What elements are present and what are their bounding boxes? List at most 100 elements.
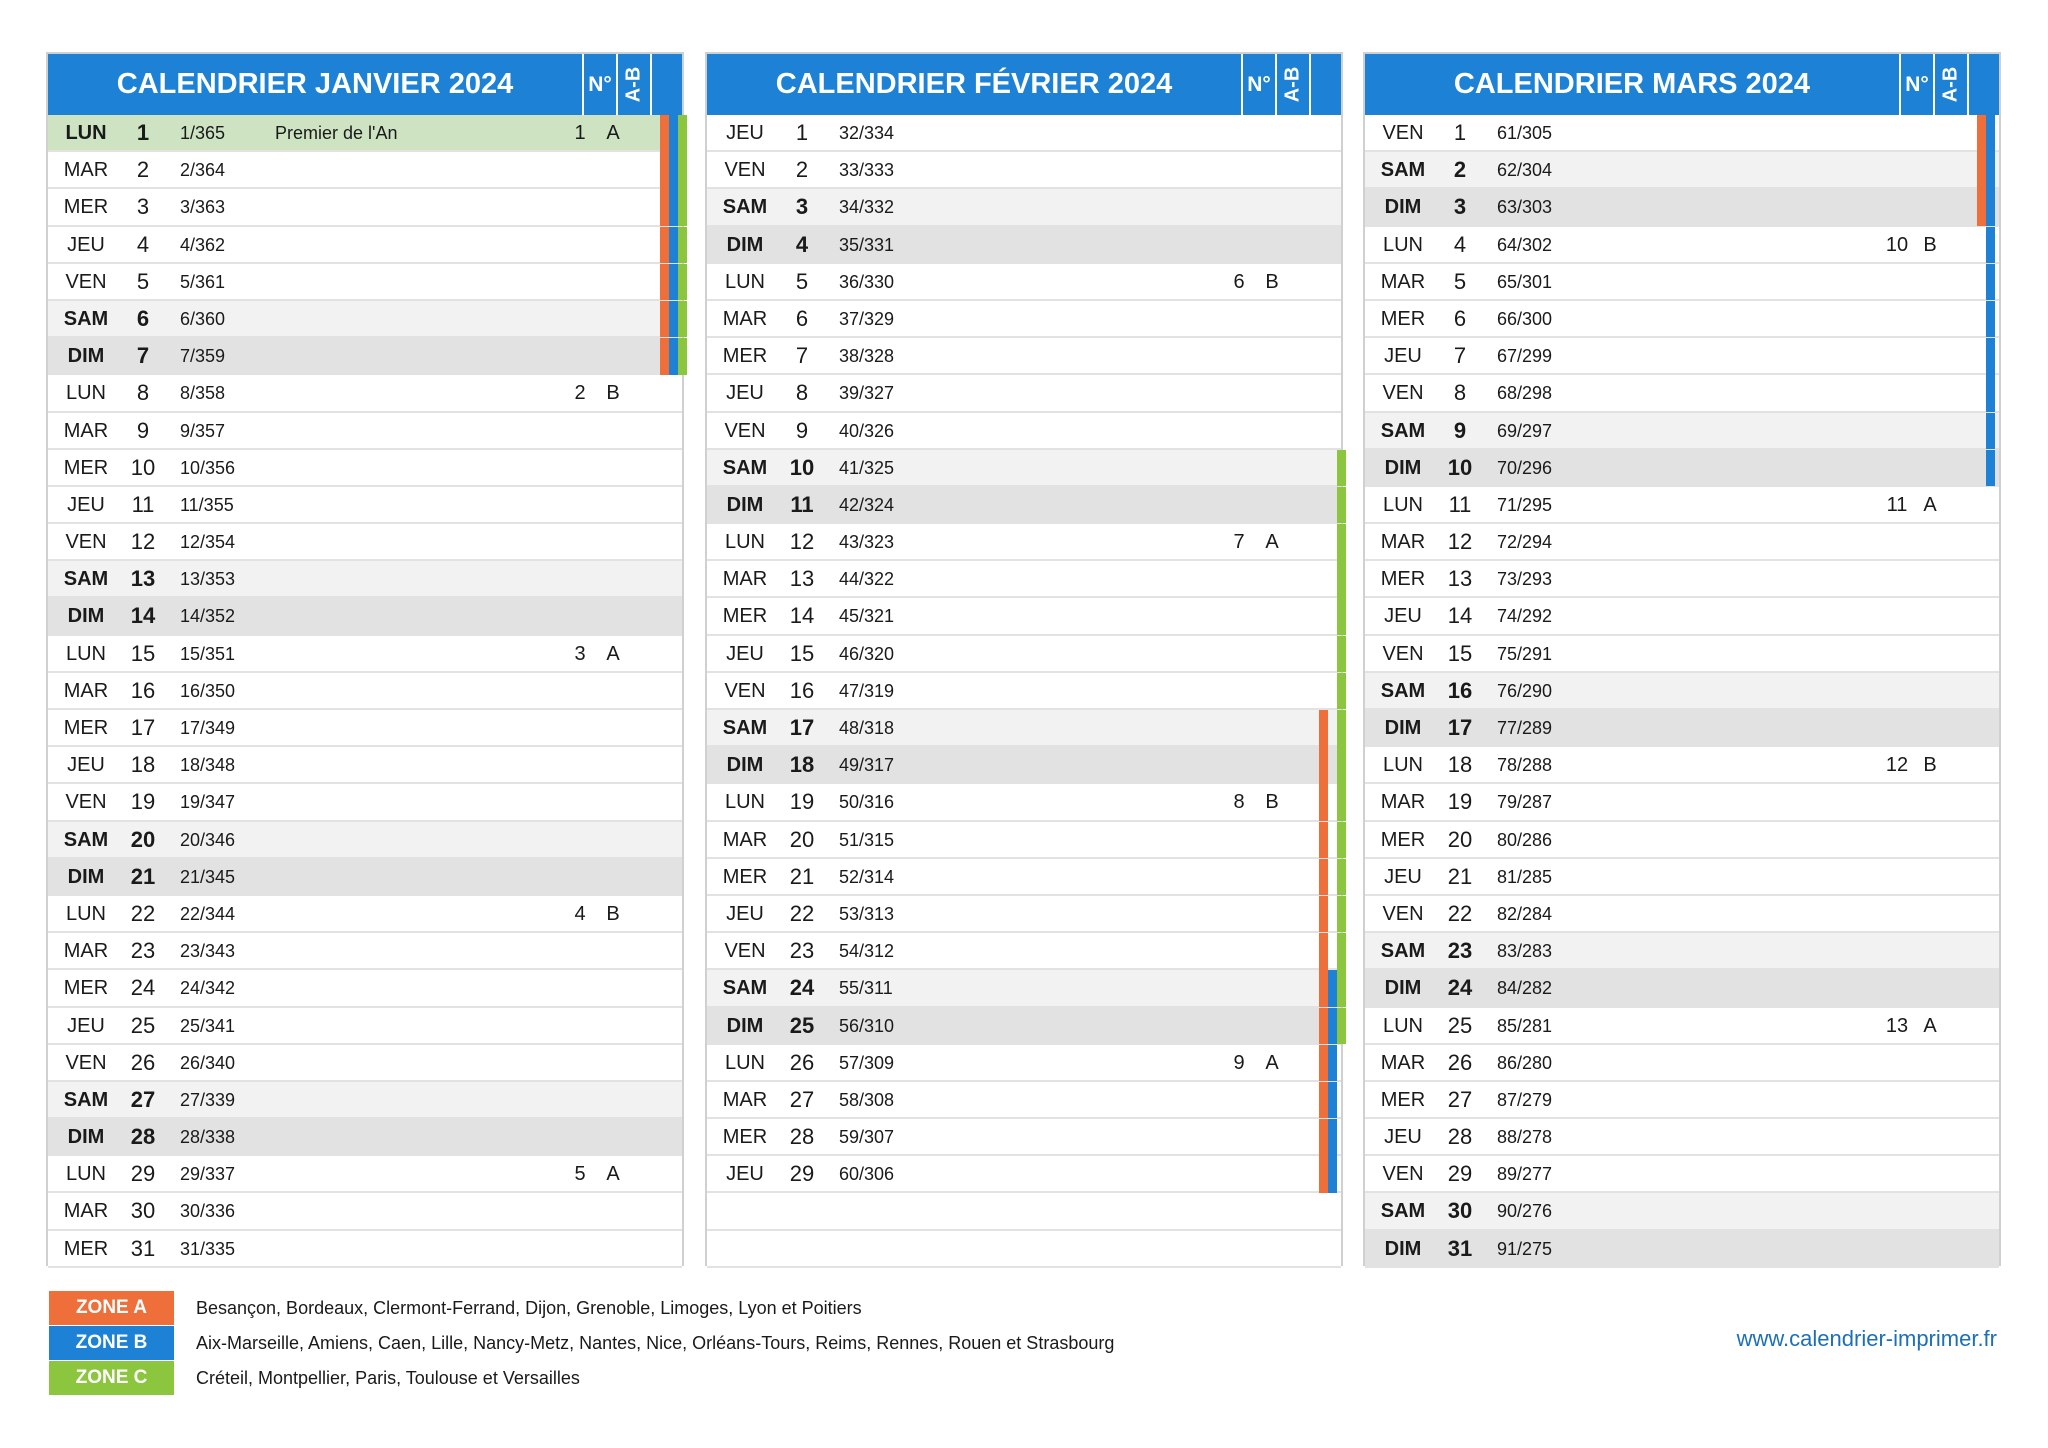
day-number: 9 (1453, 417, 1467, 443)
day-number: 12 (1447, 529, 1473, 555)
day-of-year: 49/317 (839, 755, 895, 776)
day-number: 2 (795, 157, 809, 183)
day-row: JEU 11 11/355 (48, 486, 682, 525)
zone-a-holiday-bar (1319, 710, 1328, 747)
zone-b-holiday-bar (1328, 1119, 1337, 1156)
day-row: JEU 1 32/334 (707, 115, 1341, 153)
day-of-year: 43/323 (839, 532, 895, 553)
day-row: LUN 12 43/323 7 A (707, 524, 1346, 562)
day-name: MER (1380, 828, 1426, 851)
day-row: MER 31 31/335 (48, 1230, 682, 1268)
day-row: DIM 17 77/289 (1365, 710, 1999, 748)
day-row: MAR 20 51/315 (707, 821, 1346, 859)
day-number: 25 (130, 1012, 156, 1038)
zone-c-holiday-bar (678, 338, 687, 375)
day-name: SAM (1380, 679, 1426, 702)
day-number: 16 (130, 677, 156, 703)
day-of-year: 47/319 (839, 680, 895, 701)
day-name: VEN (1382, 902, 1424, 925)
day-row: VEN 15 75/291 (1365, 635, 1999, 673)
day-number: 17 (789, 715, 815, 740)
day-of-year: 40/326 (839, 420, 895, 441)
day-name: VEN (724, 679, 766, 702)
day-of-year: 91/275 (1497, 1238, 1553, 1259)
day-of-year: 82/284 (1497, 903, 1553, 924)
day-row: VEN 29 89/277 (1365, 1156, 1999, 1194)
day-of-year: 6/360 (180, 308, 226, 329)
day-name: MER (63, 717, 109, 739)
website-link[interactable]: www.calendrier-imprimer.fr (1737, 1326, 1997, 1352)
zone-c-holiday-bar (1337, 747, 1346, 784)
day-of-year: 28/338 (180, 1127, 236, 1148)
day-name: MAR (722, 1088, 768, 1111)
day-row: MER 17 17/349 (48, 710, 682, 748)
zone-a-holiday-bar (1319, 1156, 1328, 1193)
day-row: LUN 4 64/302 10 B (1365, 226, 1999, 264)
week-ab: A (1265, 1051, 1279, 1074)
day-number: 23 (1447, 938, 1473, 964)
day-row: VEN 19 19/347 (48, 784, 682, 822)
day-name: MAR (722, 568, 768, 591)
day-row: MAR 16 16/350 (48, 672, 682, 710)
zone-a-holiday-bar (660, 338, 669, 375)
week-ab: B (606, 902, 620, 925)
week-ab: A (606, 642, 620, 665)
day-name: LUN (1382, 1014, 1423, 1037)
week-ab: B (606, 382, 620, 405)
day-number: 19 (789, 789, 815, 815)
day-name: MER (63, 196, 109, 219)
zone-c-holiday-bar (1337, 449, 1346, 487)
zone-c-holiday-bar (678, 152, 687, 189)
day-row: DIM 25 56/310 (707, 1007, 1346, 1045)
week-ab: B (1265, 270, 1279, 293)
day-name: JEU (1384, 865, 1422, 888)
month-january: CALENDRIER JANVIER 2024 N° A-B LUN 1 1/365… (46, 52, 687, 1268)
zone-c-holiday-bar (1337, 598, 1346, 635)
day-number: 26 (789, 1049, 815, 1075)
zone-a-holiday-bar (660, 152, 669, 189)
day-rows: LUN 1 1/365 Premier de l'An 1 A MAR 2 2/364 MER 3 3… (48, 115, 687, 1268)
day-of-year: 68/298 (1497, 383, 1553, 404)
zone-a-holiday-bar (1319, 933, 1328, 970)
day-name: VEN (1382, 382, 1424, 405)
zone-b-holiday-bar (669, 189, 678, 226)
day-name: LUN (65, 642, 106, 665)
day-name: JEU (1384, 605, 1422, 628)
day-of-year: 23/343 (180, 941, 236, 962)
day-name: DIM (67, 865, 105, 888)
zone-c-holiday-bar (1337, 710, 1346, 747)
day-name: LUN (724, 270, 765, 293)
day-of-year: 27/339 (180, 1089, 236, 1110)
day-of-year: 74/292 (1497, 606, 1553, 627)
zone-c-holiday-bar (678, 300, 687, 338)
day-name: MAR (1380, 270, 1426, 293)
day-row: DIM 14 14/352 (48, 598, 682, 636)
day-of-year: 34/332 (839, 197, 895, 218)
week-number: 4 (574, 902, 586, 925)
day-of-year: 57/309 (839, 1052, 895, 1073)
zone-a-holiday-bar (660, 226, 669, 264)
day-name: SAM (1380, 159, 1426, 182)
day-number: 30 (130, 1198, 156, 1224)
day-number: 3 (136, 194, 150, 220)
day-of-year: 59/307 (839, 1127, 895, 1148)
day-number: 3 (795, 194, 809, 220)
month-header: CALENDRIER MARS 2024 N° A-B (1365, 54, 1999, 115)
day-name: MAR (63, 419, 109, 442)
day-number: 27 (130, 1086, 156, 1112)
day-row: MAR 6 37/329 (707, 300, 1341, 339)
zone-a-holiday-bar (1977, 189, 1986, 226)
day-number: 5 (136, 268, 150, 294)
day-of-year: 80/286 (1497, 829, 1553, 850)
day-number: 31 (130, 1235, 156, 1261)
day-number: 1 (136, 120, 150, 145)
day-of-year: 44/322 (839, 569, 895, 590)
day-name: LUN (65, 1163, 106, 1186)
day-number: 16 (789, 677, 815, 703)
day-of-year: 30/336 (180, 1201, 236, 1222)
day-row: DIM 24 84/282 (1365, 970, 1999, 1008)
day-name: VEN (724, 159, 766, 182)
day-row: MER 3 3/363 (48, 189, 687, 227)
day-of-year: 76/290 (1497, 680, 1553, 701)
zone-b-holiday-bar (1986, 375, 1995, 412)
